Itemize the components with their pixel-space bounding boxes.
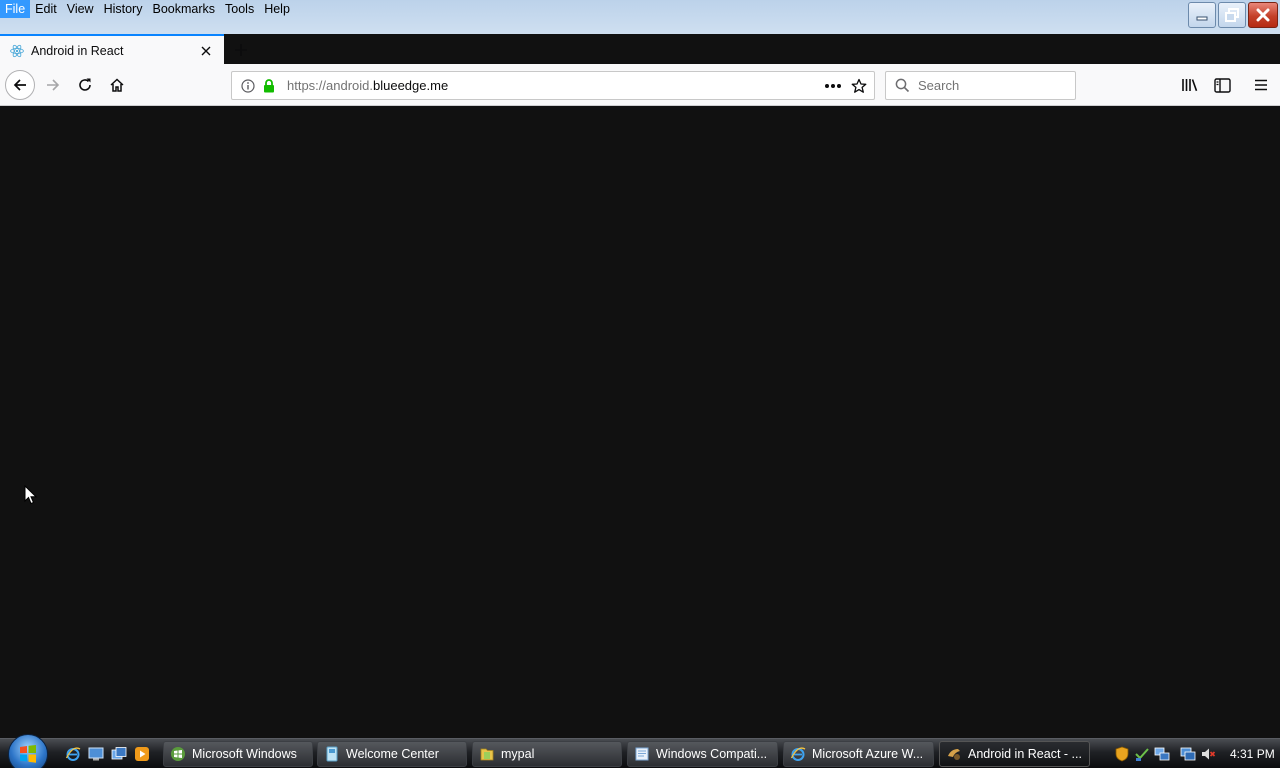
menu-history-label: History (103, 2, 143, 16)
network-status-icon[interactable] (1154, 746, 1170, 762)
reload-button[interactable] (70, 70, 100, 100)
back-arrow-icon (13, 79, 26, 91)
menu-bar: File Edit View History Bookmarks Tools H… (0, 0, 295, 18)
tab-strip: Android in React (0, 34, 1280, 65)
document-icon (634, 746, 650, 762)
menu-file-label: File (5, 2, 26, 16)
hamburger-menu-button[interactable] (1249, 73, 1273, 97)
menu-tools-label: Tools (225, 2, 255, 16)
window-titlebar: File Edit View History Bookmarks Tools H… (0, 0, 1280, 34)
search-input[interactable] (918, 78, 1068, 93)
taskbar-item-windows-compatibility[interactable]: Windows Compati... (627, 741, 778, 767)
media-player-icon[interactable] (133, 745, 151, 763)
restore-icon (1225, 8, 1239, 22)
info-icon[interactable] (240, 78, 256, 94)
taskbar-item-microsoft-azure[interactable]: Microsoft Azure W... (783, 741, 934, 767)
ie-icon[interactable] (64, 745, 82, 763)
minimize-icon (1196, 16, 1208, 21)
system-clock[interactable]: 4:31 PM (1230, 747, 1275, 761)
url-bar[interactable]: https://android.blueedge.me (231, 71, 875, 100)
menu-file[interactable]: File (0, 0, 31, 18)
welcome-center-icon (324, 746, 340, 762)
quick-launch (64, 745, 151, 763)
taskbar-item-label: Android in React - ... (968, 747, 1082, 761)
system-tray: 4:31 PM (1096, 741, 1280, 767)
tab-close-button[interactable] (198, 43, 214, 59)
taskbar: Microsoft Windows Welcome Center mypal W… (0, 734, 1280, 768)
shield-icon[interactable] (1114, 746, 1130, 762)
home-icon (110, 78, 124, 92)
sidebar-toggle-button[interactable] (1210, 73, 1234, 97)
menu-edit-label: Edit (35, 2, 57, 16)
display-icon[interactable] (1180, 746, 1196, 762)
menu-bookmarks[interactable]: Bookmarks (147, 0, 220, 18)
star-icon (851, 78, 867, 93)
switch-windows-icon[interactable] (110, 745, 128, 763)
tab-title: Android in React (31, 43, 124, 58)
library-button[interactable] (1178, 73, 1202, 97)
url-domain: blueedge.me (373, 78, 449, 93)
react-icon (9, 43, 25, 59)
library-icon (1182, 79, 1198, 92)
taskbar-item-label: Welcome Center (346, 747, 439, 761)
taskbar-item-welcome-center[interactable]: Welcome Center (317, 741, 467, 767)
nav-toolbar: https://android.blueedge.me (0, 64, 1280, 106)
menu-edit[interactable]: Edit (30, 0, 62, 18)
search-icon (894, 78, 910, 94)
menu-bookmarks-label: Bookmarks (152, 2, 216, 16)
url-text[interactable]: https://android.blueedge.me (287, 78, 821, 93)
lock-icon[interactable] (261, 78, 277, 94)
taskbar-item-label: Microsoft Windows (192, 747, 297, 761)
close-icon (1256, 8, 1270, 22)
menu-view-label: View (66, 2, 94, 16)
window-controls (1188, 2, 1278, 28)
update-check-icon[interactable] (1134, 746, 1150, 762)
taskbar-item-android-in-react[interactable]: Android in React - ... (939, 741, 1090, 767)
menu-view[interactable]: View (62, 0, 99, 18)
show-desktop-icon[interactable] (87, 745, 105, 763)
taskbar-item-mypal[interactable]: mypal (472, 741, 622, 767)
hamburger-icon (1255, 79, 1267, 91)
menu-tools[interactable]: Tools (220, 0, 259, 18)
plus-icon (235, 44, 247, 56)
menu-history[interactable]: History (99, 0, 148, 18)
folder-icon (479, 746, 495, 762)
start-button[interactable] (8, 734, 48, 768)
restore-button[interactable] (1218, 2, 1246, 28)
home-button[interactable] (102, 70, 132, 100)
page-actions-button[interactable] (821, 74, 845, 98)
windows-logo-icon (20, 745, 36, 763)
sidebar-icon (1213, 77, 1231, 93)
url-scheme-subdomain: https://android. (287, 78, 373, 93)
taskbar-item-label: Windows Compati... (656, 747, 768, 761)
page-content[interactable] (0, 106, 1280, 736)
ie-icon (790, 746, 806, 762)
forward-button[interactable] (38, 70, 68, 100)
close-window-button[interactable] (1248, 2, 1278, 28)
taskbar-item-microsoft-windows[interactable]: Microsoft Windows (163, 741, 313, 767)
menu-help-label: Help (264, 2, 290, 16)
back-button[interactable] (5, 70, 35, 100)
windows-update-icon (170, 746, 186, 762)
taskbar-item-label: Microsoft Azure W... (812, 747, 924, 761)
mouse-cursor-icon (24, 485, 38, 505)
new-tab-button[interactable] (230, 39, 252, 61)
volume-muted-icon[interactable] (1200, 746, 1216, 762)
close-tab-icon (201, 46, 211, 55)
reload-icon (79, 78, 91, 91)
tab-android-in-react[interactable]: Android in React (0, 34, 224, 65)
taskbar-item-label: mypal (501, 747, 535, 761)
minimize-button[interactable] (1188, 2, 1216, 28)
forward-arrow-icon (47, 79, 60, 91)
menu-help[interactable]: Help (259, 0, 295, 18)
more-dots-icon (825, 83, 841, 88)
bookmark-star-button[interactable] (847, 74, 871, 98)
browser-icon (946, 746, 962, 762)
search-bar[interactable] (885, 71, 1076, 100)
